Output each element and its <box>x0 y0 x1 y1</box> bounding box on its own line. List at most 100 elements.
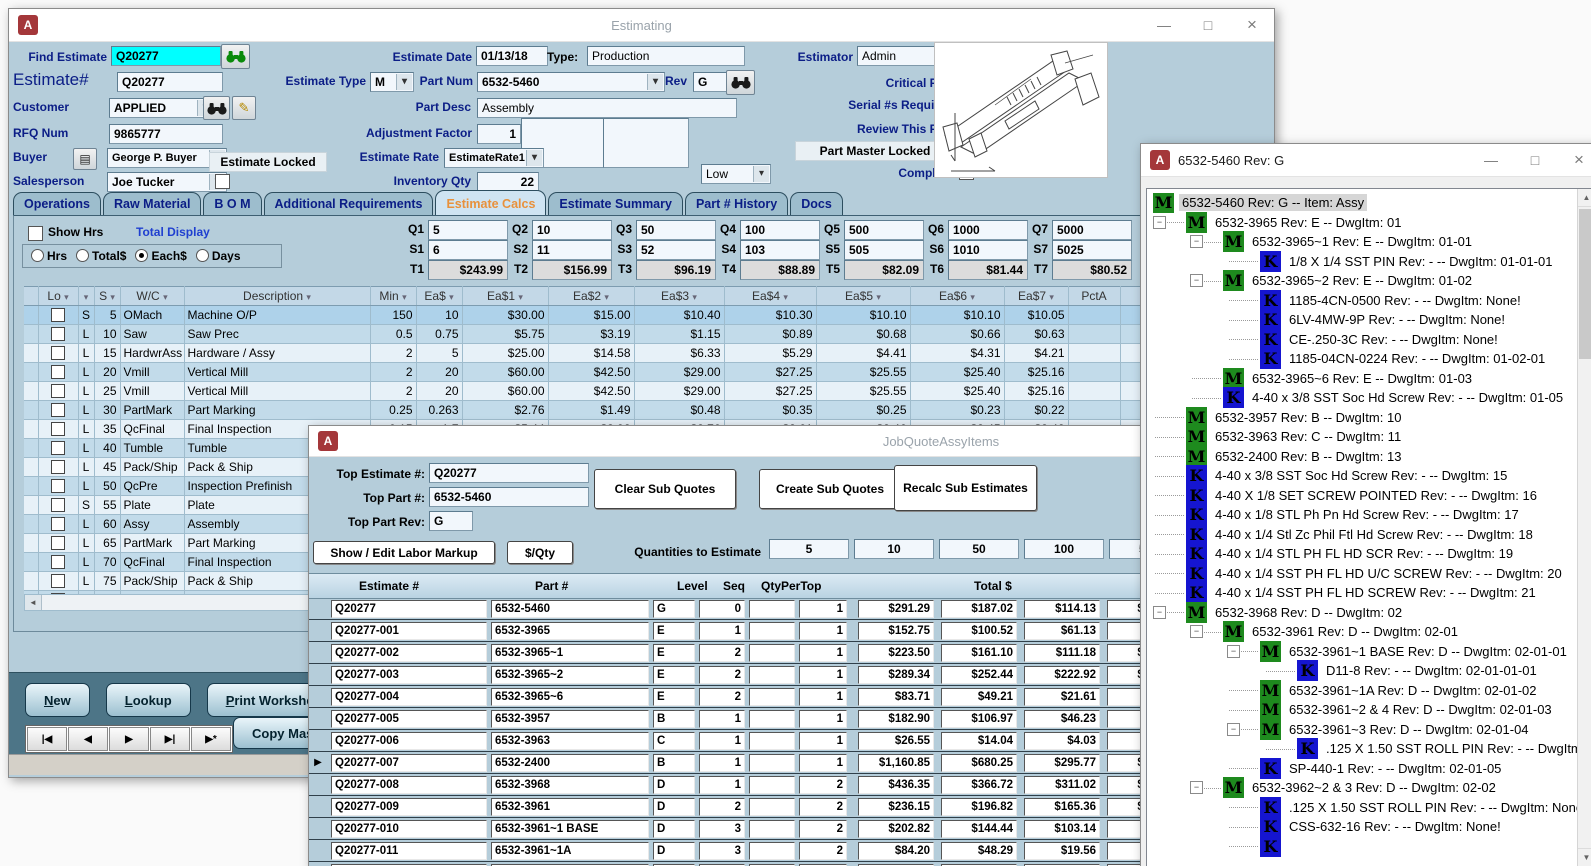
tree-item[interactable]: M6532-3961~2 & 4 Rev: D -- DwgItm: 02-01… <box>1153 700 1577 720</box>
tree-item[interactable]: −M6532-3961~3 Rev: D -- DwgItm: 02-01-04 <box>1153 720 1577 740</box>
grid-col-header-ea5[interactable]: Ea$5 ▾ <box>816 287 910 306</box>
collapse-icon[interactable]: − <box>1190 781 1203 794</box>
quote-cell[interactable]: 1 <box>799 622 847 640</box>
customer-select[interactable]: APPLIED▾ <box>109 98 215 118</box>
row-checkbox[interactable] <box>51 574 65 588</box>
quote-cell[interactable]: 1 <box>799 710 847 728</box>
quantity-input-2[interactable]: 10 <box>854 539 934 559</box>
find-estimate-input[interactable]: Q20277 <box>111 46 221 66</box>
row-checkbox[interactable] <box>51 308 65 322</box>
quote-cell[interactable]: 2 <box>799 776 847 794</box>
nav-last-button[interactable]: ▶| <box>150 727 190 751</box>
quote-cell[interactable]: 1 <box>699 776 745 794</box>
tree-scrollbar[interactable]: ▲ ▼ <box>1577 189 1591 866</box>
tree-item[interactable]: K4-40 x 3/8 SST Soc Hd Screw Rev: - -- D… <box>1153 388 1577 408</box>
quote-cell[interactable] <box>749 820 795 838</box>
quote-cell[interactable]: E <box>653 688 695 706</box>
top-estimate-input[interactable]: Q20277 <box>429 463 589 483</box>
estimate-type-select[interactable]: M▾ <box>370 72 414 92</box>
tree-item[interactable]: KSP-440-1 Rev: - -- DwgItm: 02-01-05 <box>1153 759 1577 779</box>
tree-item[interactable]: K4-40 x 1/4 SST PH FL HD U/C SCREW Rev: … <box>1153 564 1577 584</box>
quote-cell[interactable]: 2 <box>699 798 745 816</box>
operation-row[interactable]: L30PartMarkPart Marking0.250.263$2.76$1.… <box>24 401 1250 420</box>
quote-cell[interactable]: 1 <box>799 688 847 706</box>
operation-row[interactable]: L25VmillVertical Mill220$60.00$42.50$29.… <box>24 382 1250 401</box>
quote-cell[interactable]: $19.56 <box>1024 842 1100 860</box>
quote-cell[interactable]: $202.82 <box>858 820 934 838</box>
nav-previous-button[interactable]: ◀ <box>68 727 108 751</box>
q5-input[interactable]: 500 <box>844 220 924 240</box>
tree-item[interactable]: −M6532-3965~2 Rev: E -- DwgItm: 01-02 <box>1153 271 1577 291</box>
tab-estimate-summary[interactable]: Estimate Summary <box>548 192 683 216</box>
quote-cell[interactable]: Q20277-011 <box>331 842 487 860</box>
quote-cell[interactable]: Q20277-006 <box>331 732 487 750</box>
estimate-locked-checkbox[interactable] <box>215 174 230 189</box>
row-checkbox[interactable] <box>51 441 65 455</box>
quote-cell[interactable]: 1 <box>799 754 847 772</box>
quote-cell[interactable]: Q20277-010 <box>331 820 487 838</box>
radio-days[interactable]: Days <box>196 249 241 263</box>
tree-item[interactable]: K <box>1153 837 1577 857</box>
q6-input[interactable]: 1000 <box>948 220 1028 240</box>
quote-cell[interactable]: 1 <box>699 754 745 772</box>
tree-item[interactable]: K4-40 x 3/8 SST Soc Hd Screw Rev: - -- D… <box>1153 466 1577 486</box>
estimate-no-input[interactable]: Q20277 <box>117 72 223 92</box>
quote-cell[interactable] <box>749 710 795 728</box>
quote-cell[interactable]: 6532-2400 <box>491 754 649 772</box>
tree-item[interactable]: K4-40 x 1/4 SST PH FL HD SCREW Rev: - --… <box>1153 583 1577 603</box>
tree-item[interactable]: K.125 X 1.50 SST ROLL PIN Rev: - -- DwgI… <box>1153 739 1577 759</box>
quote-cell[interactable]: 1 <box>699 732 745 750</box>
radio-each[interactable]: Each$ <box>135 249 186 263</box>
tab-operations[interactable]: Operations <box>13 192 101 216</box>
q7-input[interactable]: 5000 <box>1052 220 1132 240</box>
quote-cell[interactable]: B <box>653 754 695 772</box>
quote-cell[interactable]: 6532-3965~2 <box>491 666 649 684</box>
tree-item[interactable]: K4-40 x 1/4 STL PH FL HD SCR Rev: - -- D… <box>1153 544 1577 564</box>
top-rev-input[interactable]: G <box>429 511 473 531</box>
close-icon[interactable]: × <box>1557 145 1591 175</box>
tree-item[interactable]: K4-40 x 1/8 STL Ph Pn Hd Screw Rev: - --… <box>1153 505 1577 525</box>
quote-cell[interactable]: 3 <box>699 820 745 838</box>
rev-input[interactable]: G <box>693 72 729 92</box>
row-checkbox[interactable] <box>51 555 65 569</box>
quote-cell[interactable]: E <box>653 666 695 684</box>
tree-item[interactable]: −M6532-3968 Rev: D -- DwgItm: 02 <box>1153 603 1577 623</box>
quote-cell[interactable]: $366.72 <box>941 776 1017 794</box>
collapse-icon[interactable]: − <box>1227 723 1240 736</box>
quantity-input-4[interactable]: 100 <box>1024 539 1104 559</box>
part-desc-input[interactable]: Assembly <box>477 98 737 118</box>
quote-cell[interactable] <box>749 666 795 684</box>
quote-cell[interactable] <box>749 732 795 750</box>
estimating-titlebar[interactable]: A Estimating — □ × <box>9 9 1274 42</box>
t1-input[interactable]: $243.99 <box>428 260 508 280</box>
quote-cell[interactable]: Q20277-008 <box>331 776 487 794</box>
quote-cell[interactable]: $46.23 <box>1024 710 1100 728</box>
quote-cell[interactable]: 6532-3957 <box>491 710 649 728</box>
quote-cell[interactable]: 6532-3961~1 BASE <box>491 820 649 838</box>
q4-input[interactable]: 100 <box>740 220 820 240</box>
row-checkbox[interactable] <box>51 403 65 417</box>
chevron-down-icon[interactable]: ▾ <box>526 150 542 166</box>
row-checkbox[interactable] <box>51 346 65 360</box>
s3-input[interactable]: 52 <box>636 240 716 260</box>
tree-item[interactable]: M6532-5460 Rev: G -- Item: Assy <box>1153 193 1577 213</box>
recalc-sub-estimates-button[interactable]: Recalc Sub Estimates <box>894 465 1037 511</box>
scroll-left-icon[interactable]: ◄ <box>25 595 42 610</box>
quote-cell[interactable]: 6532-3961 <box>491 798 649 816</box>
nav-first-button[interactable]: |◀ <box>27 727 67 751</box>
tree-item[interactable]: K1185-4CN-0500 Rev: - -- DwgItm: None! <box>1153 291 1577 311</box>
grid-col-header-ea6[interactable]: Ea$6 ▾ <box>910 287 1004 306</box>
collapse-icon[interactable]: − <box>1153 606 1166 619</box>
tree-item[interactable]: M6532-3963 Rev: C -- DwgItm: 11 <box>1153 427 1577 447</box>
scroll-down-icon[interactable]: ▼ <box>1578 848 1591 866</box>
quote-cell[interactable]: Q20277-007 <box>331 754 487 772</box>
tree-item[interactable]: K4-40 X 1/8 SET SCREW POINTED Rev: - -- … <box>1153 486 1577 506</box>
tree-titlebar[interactable]: A 6532-5460 Rev: G — □ × <box>1141 144 1591 177</box>
collapse-icon[interactable]: − <box>1190 274 1203 287</box>
grid-col-header-lo[interactable]: Lo ▾ <box>38 287 78 306</box>
s2-input[interactable]: 11 <box>532 240 612 260</box>
quote-cell[interactable]: 1 <box>799 666 847 684</box>
part-num-select[interactable]: 6532-5460▾ <box>477 72 665 92</box>
quote-cell[interactable]: $152.75 <box>858 622 934 640</box>
t3-input[interactable]: $96.19 <box>636 260 716 280</box>
